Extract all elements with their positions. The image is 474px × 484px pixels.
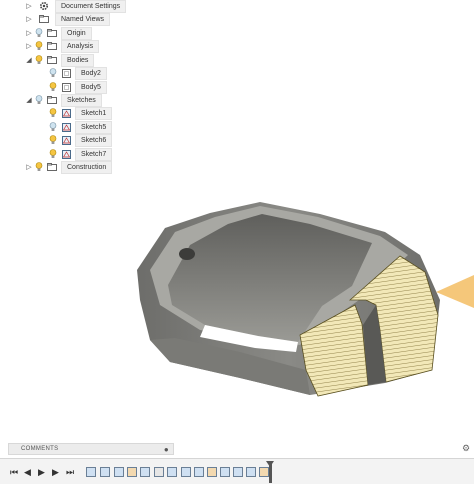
timeline-feature-icon[interactable] xyxy=(167,467,177,477)
settings-corner-icon[interactable]: ⚙ xyxy=(462,443,474,455)
tree-item-body5[interactable]: Body5 xyxy=(48,80,107,94)
triangle-right-icon[interactable]: ▷ xyxy=(24,161,34,173)
tree-item-named-views[interactable]: ▷ Named Views xyxy=(24,12,111,26)
timeline-feature-icon[interactable] xyxy=(220,467,230,477)
lightbulb-icon[interactable] xyxy=(48,134,58,146)
folder-icon xyxy=(47,161,57,173)
lightbulb-icon[interactable] xyxy=(34,94,44,106)
tree-item-construction[interactable]: ▷ Construction xyxy=(24,160,113,174)
sketch-icon xyxy=(61,134,71,146)
tree-item-label: Sketch7 xyxy=(75,147,113,161)
tree-item-label: Construction xyxy=(61,160,113,174)
tree-item-document-settings[interactable]: ▷ Document Settings xyxy=(24,0,127,13)
tree-item-label: Sketch6 xyxy=(75,133,113,147)
tree-item-label: Body2 xyxy=(75,66,107,80)
triangle-right-icon[interactable]: ▷ xyxy=(24,13,34,25)
lightbulb-icon[interactable] xyxy=(48,107,58,119)
comments-label: COMMENTS xyxy=(21,446,59,452)
tree-item-sketch6[interactable]: Sketch6 xyxy=(48,133,113,147)
timeline-marker[interactable] xyxy=(266,461,274,483)
tree-item-origin[interactable]: ▷ Origin xyxy=(24,26,92,40)
tree-item-label: Origin xyxy=(61,26,92,40)
folder-icon xyxy=(37,13,51,25)
body-icon xyxy=(61,81,71,93)
triangle-right-icon[interactable]: ▷ xyxy=(24,0,34,12)
gear-icon xyxy=(37,0,51,12)
sketch-icon xyxy=(61,148,71,160)
tree-item-label: Named Views xyxy=(55,12,111,26)
step-forward-icon[interactable]: ▶ xyxy=(52,467,59,478)
go-to-start-icon[interactable]: ⏮ xyxy=(10,467,18,478)
sketch-icon xyxy=(61,121,71,133)
timeline-feature-icon[interactable] xyxy=(140,467,150,477)
lightbulb-icon[interactable] xyxy=(48,148,58,160)
go-to-end-icon[interactable]: ⏭ xyxy=(66,467,74,478)
folder-icon xyxy=(47,54,57,66)
tree-item-label: Analysis xyxy=(61,39,100,53)
lightbulb-icon[interactable] xyxy=(34,27,44,39)
tree-item-label: Sketch1 xyxy=(75,106,113,120)
lightbulb-icon[interactable] xyxy=(34,54,44,66)
tree-item-sketch1[interactable]: Sketch1 xyxy=(48,106,113,120)
lightbulb-icon[interactable] xyxy=(34,161,44,173)
timeline-feature-icon[interactable] xyxy=(207,467,217,477)
timeline-feature-icon[interactable] xyxy=(86,467,96,477)
comments-panel[interactable]: COMMENTS ● xyxy=(8,443,174,455)
body-icon xyxy=(61,67,71,79)
timeline-feature-icon[interactable] xyxy=(233,467,243,477)
tree-item-analysis[interactable]: ▷ Analysis xyxy=(24,39,100,53)
lightbulb-icon[interactable] xyxy=(48,67,58,79)
timeline-feature-icon[interactable] xyxy=(181,467,191,477)
triangle-down-icon[interactable]: ◢ xyxy=(24,54,34,66)
timeline-feature-icon[interactable] xyxy=(100,467,110,477)
timeline-feature-icon[interactable] xyxy=(127,467,137,477)
sketch-icon xyxy=(61,107,71,119)
add-comment-icon[interactable]: ● xyxy=(164,445,169,454)
triangle-right-icon[interactable]: ▷ xyxy=(24,27,34,39)
lightbulb-icon[interactable] xyxy=(34,40,44,52)
timeline-feature-icon[interactable] xyxy=(194,467,204,477)
timeline-bar: ⏮ ◀ ▶ ▶ ⏭ xyxy=(0,458,474,484)
tree-item-body2[interactable]: Body2 xyxy=(48,66,107,80)
tree-item-label: Body5 xyxy=(75,80,107,94)
timeline-feature-icon[interactable] xyxy=(154,467,164,477)
lightbulb-icon[interactable] xyxy=(48,121,58,133)
tree-item-label: Bodies xyxy=(61,53,95,67)
tree-item-sketch5[interactable]: Sketch5 xyxy=(48,120,113,134)
tree-item-label: Document Settings xyxy=(55,0,127,13)
play-icon[interactable]: ▶ xyxy=(38,467,45,478)
triangle-down-icon[interactable]: ◢ xyxy=(24,94,34,106)
folder-icon xyxy=(47,40,57,52)
folder-icon xyxy=(47,94,57,106)
tree-item-bodies[interactable]: ◢ Bodies xyxy=(24,53,95,67)
timeline-feature-icon[interactable] xyxy=(259,467,269,477)
folder-icon xyxy=(47,27,57,39)
lightbulb-icon[interactable] xyxy=(48,81,58,93)
timeline-feature-icon[interactable] xyxy=(114,467,124,477)
triangle-right-icon[interactable]: ▷ xyxy=(24,40,34,52)
tree-item-label: Sketches xyxy=(61,93,102,107)
view-cube-icon[interactable] xyxy=(436,275,474,308)
ring-model xyxy=(137,202,440,397)
tree-item-sketches[interactable]: ◢ Sketches xyxy=(24,93,102,107)
timeline-feature-icon[interactable] xyxy=(246,467,256,477)
tree-item-label: Sketch5 xyxy=(75,120,113,134)
step-back-icon[interactable]: ◀ xyxy=(24,467,31,478)
tree-item-sketch7[interactable]: Sketch7 xyxy=(48,147,113,161)
